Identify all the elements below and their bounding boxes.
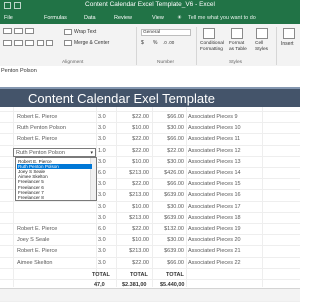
cell-qty[interactable]: 1.0 (98, 148, 106, 154)
cell-desc[interactable]: Associated Pieces 14 (188, 170, 241, 176)
name-dropdown[interactable]: Ruth Penton Polson ▾ (13, 148, 96, 157)
total-label: TOTAL (130, 272, 148, 278)
cell-qty[interactable]: 3.0 (98, 204, 106, 210)
cell-qty[interactable]: 6.0 (98, 170, 106, 176)
cell-total[interactable]: $132.00 (144, 226, 184, 232)
cell-qty[interactable]: 3.0 (98, 181, 106, 187)
cell-total[interactable]: $30.00 (144, 125, 184, 131)
cell-desc[interactable]: Associated Pieces 13 (188, 159, 241, 165)
cell-name[interactable]: Ruth Penton Polson (17, 125, 66, 131)
cell-total[interactable]: $639.00 (144, 215, 184, 221)
cell-desc[interactable]: Associated Pieces 21 (188, 248, 241, 254)
cell-qty[interactable]: 3.0 (98, 215, 106, 221)
dropdown-selected-value: Ruth Penton Polson (16, 150, 65, 156)
cell-total[interactable]: $66.00 (144, 181, 184, 187)
cell-desc[interactable]: Associated Pieces 20 (188, 237, 241, 243)
dropdown-option[interactable]: Freelancer 8 (17, 195, 92, 200)
cell-price[interactable]: $213.00 (109, 215, 149, 221)
cell-desc[interactable]: Associated Pieces 22 (188, 260, 241, 266)
cell-price[interactable]: $22.00 (109, 148, 149, 154)
cell-total[interactable]: $639.00 (144, 192, 184, 198)
cell-price[interactable]: $22.00 (109, 226, 149, 232)
cell-desc[interactable]: Associated Pieces 11 (188, 136, 240, 142)
cell-total[interactable]: $66.00 (144, 114, 184, 120)
cell-name[interactable]: Robert E. Pierce (17, 136, 57, 142)
total-label: TOTAL (166, 272, 184, 278)
cell-price[interactable]: $22.00 (109, 260, 149, 266)
cell-total[interactable]: $30.00 (144, 237, 184, 243)
cell-total[interactable]: $66.00 (144, 136, 184, 142)
chevron-down-icon[interactable]: ▾ (90, 150, 93, 156)
cell-total[interactable]: $66.00 (144, 260, 184, 266)
cell-qty[interactable]: 3.0 (98, 136, 106, 142)
cell-price[interactable]: $213.00 (109, 192, 149, 198)
cell-desc[interactable]: Associated Pieces 17 (188, 204, 241, 210)
cell-desc[interactable]: Associated Pieces 12 (188, 148, 241, 154)
cell-price[interactable]: $22.00 (109, 181, 149, 187)
cell-total[interactable]: $30.00 (144, 204, 184, 210)
cell-desc[interactable]: Associated Pieces 10 (188, 125, 241, 131)
cell-desc[interactable]: Associated Pieces 16 (188, 192, 241, 198)
cell-qty[interactable]: 3.0 (98, 192, 106, 198)
cell-price[interactable]: $22.00 (109, 136, 149, 142)
cell-price[interactable]: $10.00 (109, 159, 149, 165)
cell-total[interactable]: $22.00 (144, 148, 184, 154)
cell-name[interactable]: Aimee Skelton (17, 260, 52, 266)
cell-desc[interactable]: Associated Pieces 19 (188, 226, 241, 232)
cell-desc[interactable]: Associated Pieces 18 (188, 215, 241, 221)
cell-total[interactable]: $639.00 (144, 248, 184, 254)
cell-price[interactable]: $213.00 (109, 170, 149, 176)
cell-qty[interactable]: 3.0 (98, 125, 106, 131)
cell-qty[interactable]: 3.0 (98, 248, 106, 254)
cell-total[interactable]: $426.00 (144, 170, 184, 176)
cell-desc[interactable]: Associated Pieces 9 (188, 114, 238, 120)
cell-name[interactable]: Robert E. Pierce (17, 114, 57, 120)
total-label: TOTAL (92, 272, 110, 278)
cell-qty[interactable]: 3.0 (98, 159, 106, 165)
cell-price[interactable]: $213.00 (109, 248, 149, 254)
cell-name[interactable]: Robert E. Pierce (17, 248, 57, 254)
cell-name[interactable]: Robert E. Pierce (17, 226, 57, 232)
sheet-tabs-bar (0, 288, 300, 301)
cell-qty[interactable]: 3.0 (98, 260, 106, 266)
cell-qty[interactable]: 3.0 (98, 237, 106, 243)
cell-name[interactable]: Joey S Seale (17, 237, 49, 243)
cell-price[interactable]: $10.00 (109, 237, 149, 243)
cell-desc[interactable]: Associated Pieces 15 (188, 181, 241, 187)
cell-price[interactable]: $10.00 (109, 125, 149, 131)
cell-price[interactable]: $10.00 (109, 204, 149, 210)
cell-total[interactable]: $30.00 (144, 159, 184, 165)
cell-price[interactable]: $22.00 (109, 114, 149, 120)
cell-qty[interactable]: 3.0 (98, 114, 106, 120)
dropdown-list[interactable]: Robert E. Pierce Ruth Penton Polson Joey S… (15, 157, 97, 201)
cell-qty[interactable]: 6.0 (98, 226, 106, 232)
